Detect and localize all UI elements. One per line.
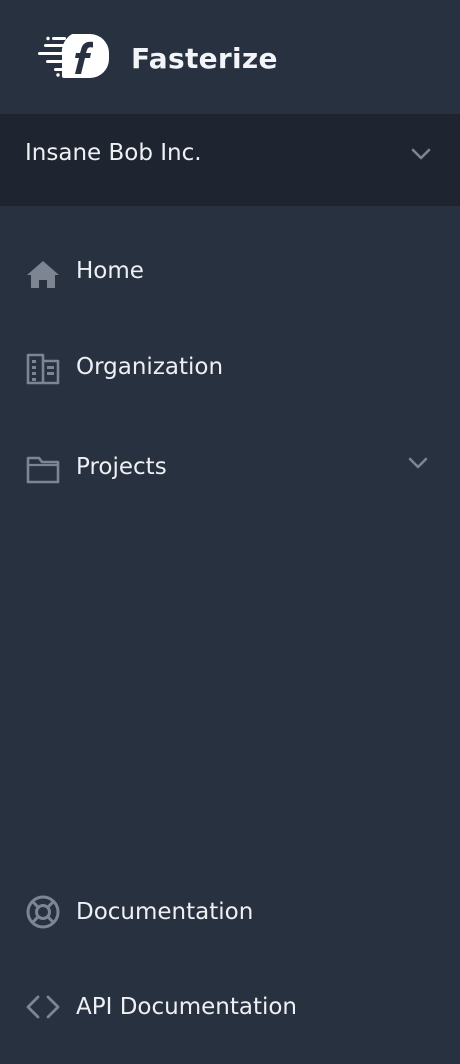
fasterize-logo-icon <box>38 34 109 78</box>
sidebar-item-label: Home <box>76 258 144 284</box>
sidebar-item-organization[interactable]: Organization <box>0 335 460 399</box>
sidebar-item-label: Projects <box>76 454 167 480</box>
sidebar: Fasterize Insane Bob Inc. Home Organizat… <box>0 0 460 1064</box>
sidebar-item-label: Organization <box>76 354 224 380</box>
home-icon <box>27 261 59 288</box>
brand-header[interactable]: Fasterize <box>0 0 460 114</box>
lifebuoy-icon <box>26 895 60 929</box>
sidebar-item-home[interactable]: Home <box>0 239 460 303</box>
code-icon <box>26 995 60 1019</box>
folder-icon <box>26 456 60 484</box>
organization-name: Insane Bob Inc. <box>25 140 202 166</box>
sidebar-item-documentation[interactable]: Documentation <box>0 880 460 944</box>
brand-name: Fasterize <box>131 42 278 75</box>
building-icon <box>26 353 60 385</box>
sidebar-item-projects[interactable]: Projects <box>0 435 460 499</box>
sidebar-item-label: API Documentation <box>76 994 298 1020</box>
sidebar-item-label: Documentation <box>76 899 254 925</box>
chevron-down-icon[interactable] <box>411 148 431 160</box>
chevron-down-icon[interactable] <box>408 457 428 469</box>
sidebar-item-api-documentation[interactable]: API Documentation <box>0 975 460 1039</box>
